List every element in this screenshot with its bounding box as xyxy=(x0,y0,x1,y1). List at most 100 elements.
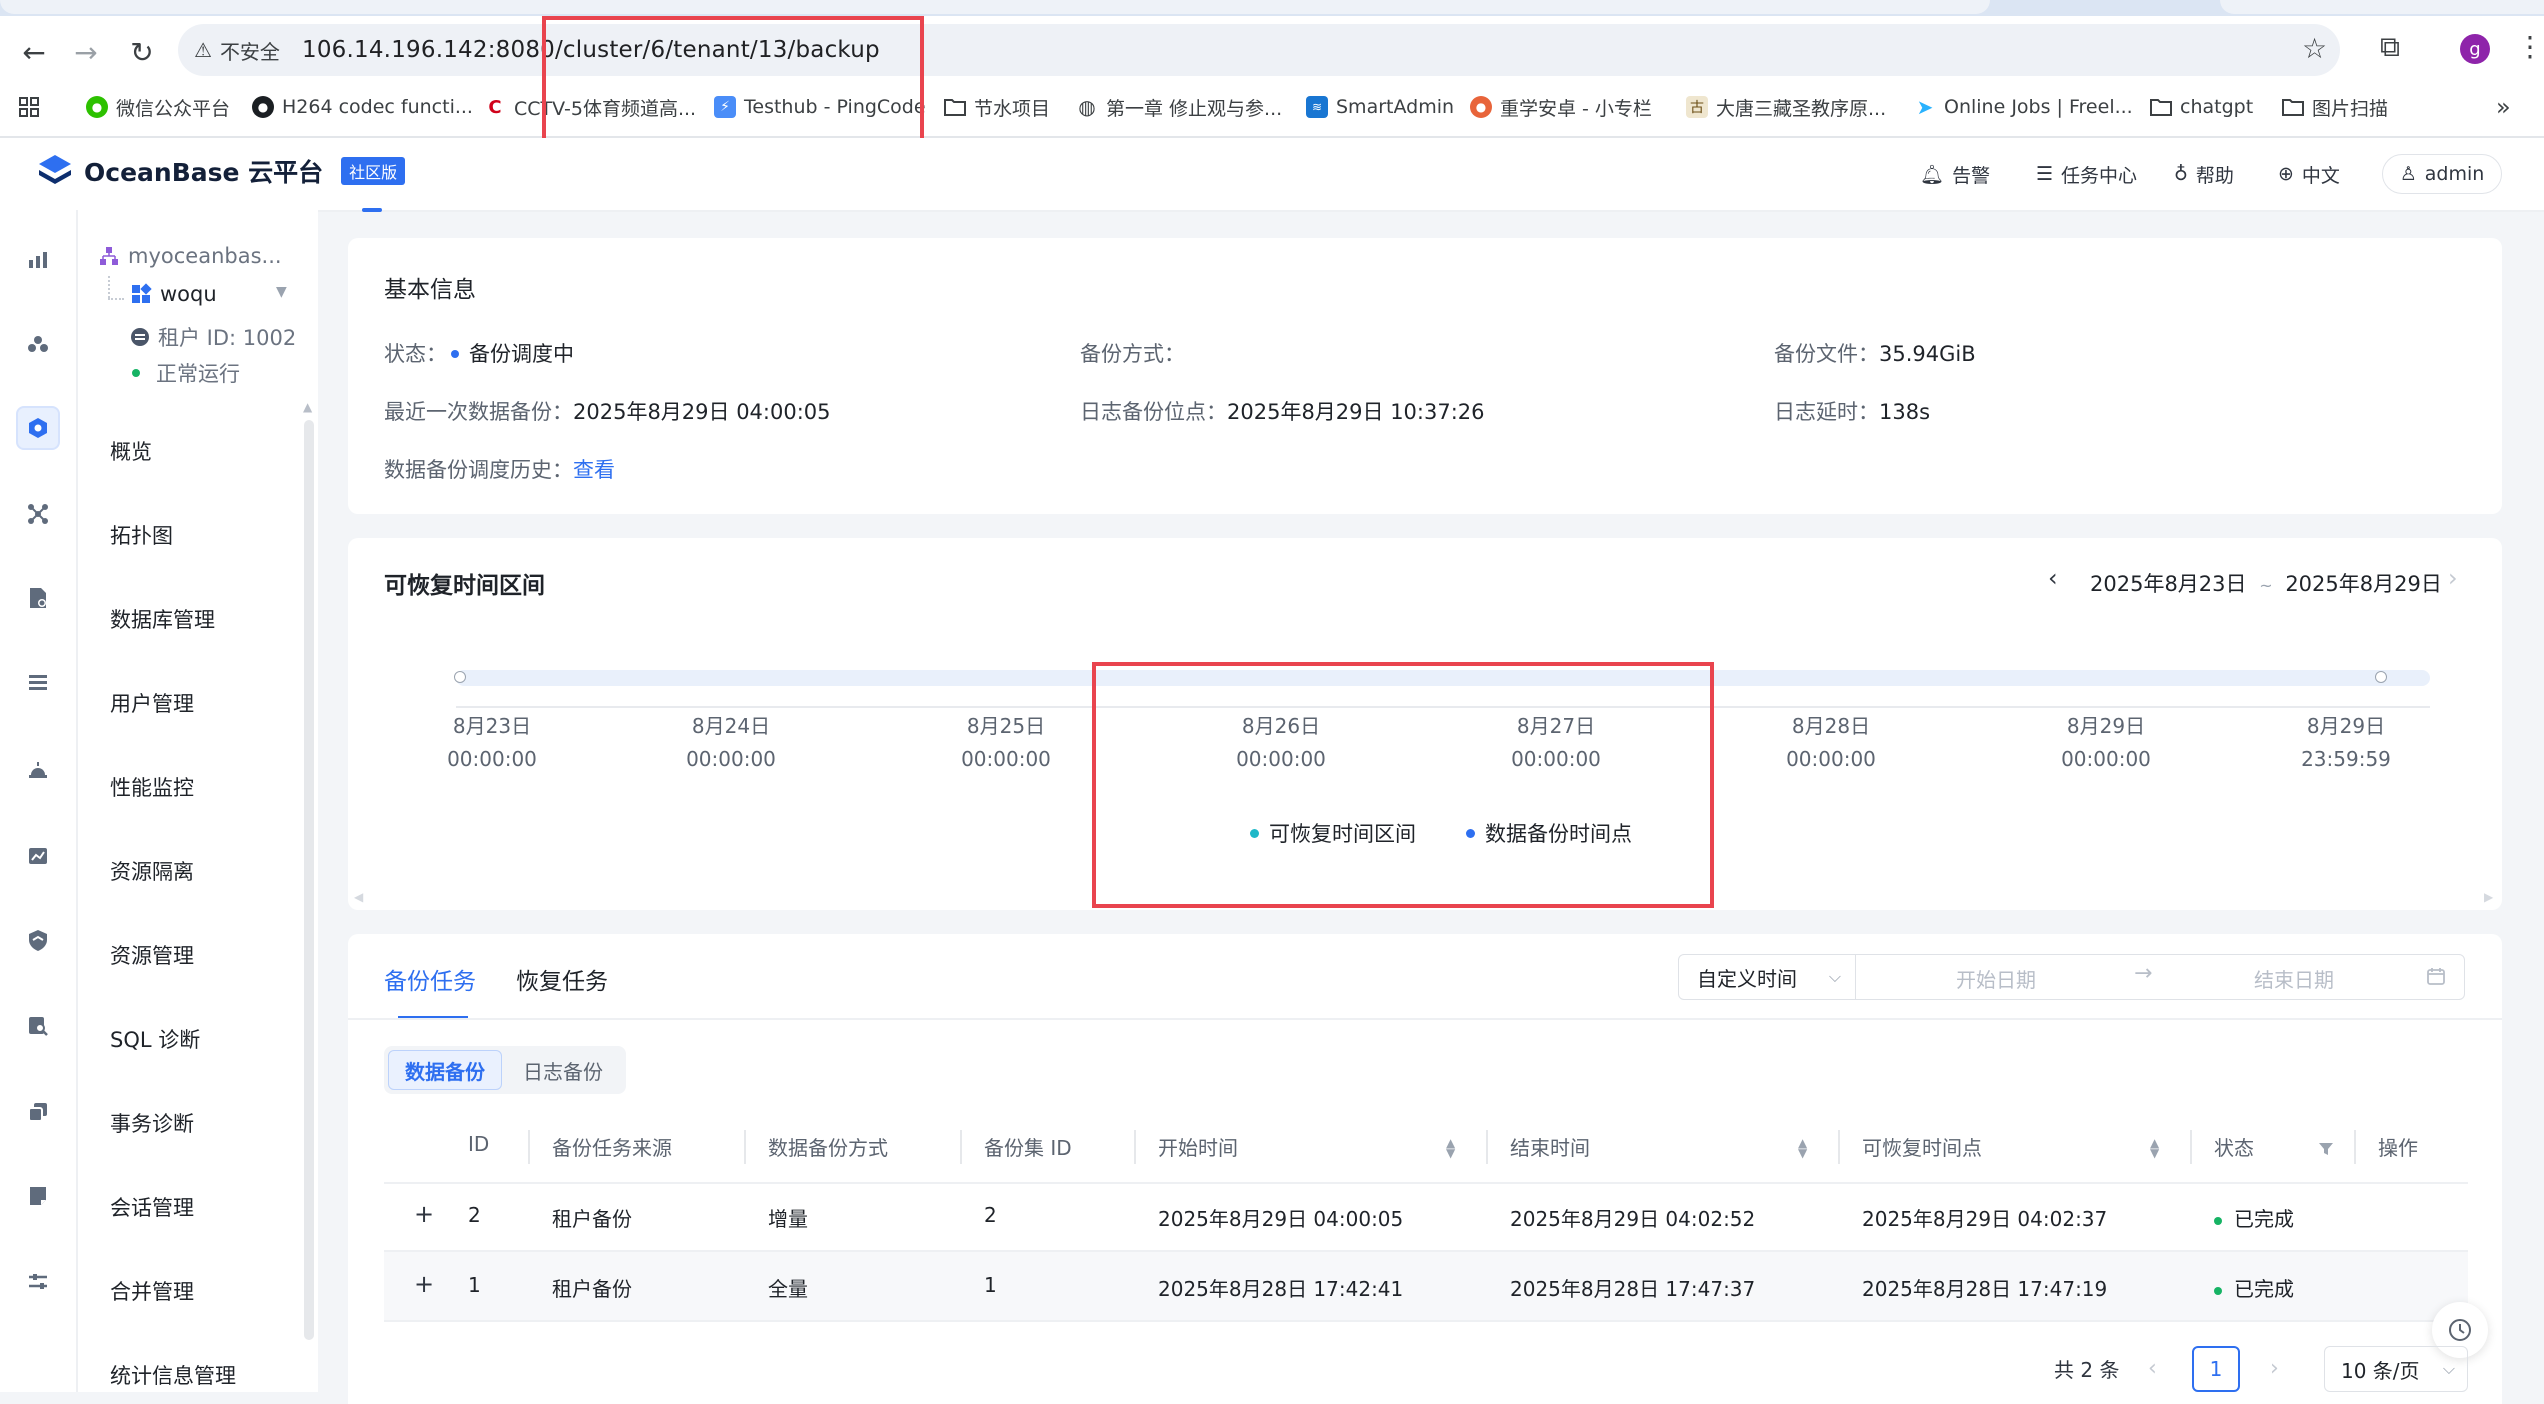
bookmark-item[interactable]: ➤ Online Jobs | Freel... xyxy=(1914,90,2133,124)
date-range-picker[interactable]: 开始日期 → 结束日期 xyxy=(1855,954,2465,1000)
col-status[interactable]: 状态 xyxy=(2214,1132,2254,1161)
page-size-select[interactable]: 10 条/页 ⌵ xyxy=(2324,1346,2468,1392)
status-text: 已完成 xyxy=(2234,1277,2294,1301)
cell-mode: 增量 xyxy=(768,1207,808,1231)
calendar-icon[interactable] xyxy=(2426,966,2446,991)
forward-icon[interactable]: → xyxy=(66,32,106,72)
end-date-input[interactable]: 结束日期 xyxy=(2254,964,2334,993)
tab-backup-tasks[interactable]: 备份任务 xyxy=(384,962,476,996)
list-menu-icon[interactable] xyxy=(16,660,60,704)
prev-page-icon[interactable]: ‹ xyxy=(2148,1356,2157,1381)
user-menu-button[interactable]: ♙ admin xyxy=(2382,154,2502,194)
menu-item-statistics[interactable]: 统计信息管理 xyxy=(110,1360,236,1390)
time-filter-select[interactable]: 自定义时间 ⌵ xyxy=(1678,954,1856,1000)
bookmarks-overflow-icon[interactable]: » xyxy=(2496,90,2511,124)
expand-row-icon[interactable]: + xyxy=(414,1200,434,1228)
reload-icon[interactable]: ↻ xyxy=(122,32,162,72)
col-recoverable-time[interactable]: 可恢复时间点 xyxy=(1862,1132,1982,1161)
filter-icon[interactable] xyxy=(2318,1138,2334,1162)
warning-icon: ⚠ xyxy=(194,38,212,62)
log-delay-field: 日志延时：138s xyxy=(1774,396,1930,426)
expand-row-icon[interactable]: + xyxy=(414,1270,434,1298)
browser-menu-icon[interactable]: ⋮ xyxy=(2516,30,2544,63)
bookmark-item[interactable]: ◍ 第一章 修止观与参... xyxy=(1076,90,1282,124)
security-shield-icon[interactable] xyxy=(16,918,60,962)
cluster-icon[interactable] xyxy=(16,322,60,366)
bookmark-item[interactable]: ● 重学安卓 - 小专栏 xyxy=(1470,90,1652,124)
page-button-current[interactable]: 1 xyxy=(2192,1346,2240,1392)
next-page-icon[interactable]: › xyxy=(2270,1356,2279,1381)
help-button[interactable]: ♁ 帮助 xyxy=(2174,158,2234,190)
tenant-icon[interactable] xyxy=(16,406,60,450)
extensions-icon[interactable]: ⧉ xyxy=(2380,30,2400,64)
scroll-right-icon[interactable]: ▶ xyxy=(2484,890,2493,904)
menu-item-merge[interactable]: 合并管理 xyxy=(110,1276,194,1306)
sort-icon[interactable]: ▲ ▼ xyxy=(2150,1137,2159,1159)
monitor-chart-icon[interactable] xyxy=(16,834,60,878)
settings-sliders-icon[interactable] xyxy=(16,1260,60,1304)
tenant-selector[interactable]: woqu xyxy=(130,282,217,306)
browser-active-tab[interactable] xyxy=(0,0,1990,14)
col-start-time[interactable]: 开始时间 xyxy=(1158,1132,1238,1161)
caret-down-icon[interactable]: ▼ xyxy=(276,284,287,300)
seg-data-backup[interactable]: 数据备份 xyxy=(388,1050,502,1090)
sidebar-scrollbar[interactable] xyxy=(304,420,314,1340)
menu-item-resource-isolation[interactable]: 资源隔离 xyxy=(110,856,194,886)
tab-restore-tasks[interactable]: 恢复任务 xyxy=(516,962,608,996)
tick-date: 8月25日 xyxy=(966,714,1046,738)
insecure-indicator[interactable]: ⚠ 不安全 xyxy=(194,34,280,66)
bookmark-item[interactable]: 节水项目 xyxy=(944,90,1050,124)
language-button[interactable]: ⊕ 中文 xyxy=(2278,158,2340,190)
backup-file-icon[interactable] xyxy=(16,576,60,620)
bookmark-item[interactable]: ● 微信公众平台 xyxy=(86,90,230,124)
menu-item-sql-diagnosis[interactable]: SQL 诊断 xyxy=(110,1024,200,1054)
bookmark-label: 第一章 修止观与参... xyxy=(1106,97,1283,120)
oceanbase-logo[interactable]: OceanBase 云平台 社区版 xyxy=(36,152,406,190)
start-date-input[interactable]: 开始日期 xyxy=(1956,964,2036,993)
menu-item-transaction-diagnosis[interactable]: 事务诊断 xyxy=(110,1108,194,1138)
scroll-left-icon[interactable]: ◀ xyxy=(354,890,363,904)
timeline-end-marker xyxy=(2375,671,2387,683)
menu-item-overview[interactable]: 概览 xyxy=(110,436,152,466)
sort-icon[interactable]: ▲ ▼ xyxy=(1798,1137,1807,1159)
col-end-time[interactable]: 结束时间 xyxy=(1510,1132,1590,1161)
col-backup-mode: 数据备份方式 xyxy=(768,1136,888,1160)
bookmark-star-icon[interactable]: ☆ xyxy=(2302,32,2327,65)
alarm-icon[interactable] xyxy=(16,748,60,792)
last-backup-field: 最近一次数据备份：2025年8月29日 04:00:05 xyxy=(384,396,831,426)
menu-item-resource-management[interactable]: 资源管理 xyxy=(110,940,194,970)
back-icon[interactable]: ← xyxy=(14,32,54,72)
table-row[interactable] xyxy=(384,1252,2468,1322)
apps-grid-icon[interactable] xyxy=(18,90,40,124)
menu-item-topology[interactable]: 拓扑图 xyxy=(110,520,173,550)
copy-icon[interactable] xyxy=(16,1090,60,1134)
xiaozhuanlan-icon: ● xyxy=(1470,96,1492,118)
bookmark-item[interactable]: ● H264 codec functi... xyxy=(252,90,473,124)
sort-icon[interactable]: ▲ ▼ xyxy=(1446,1137,1455,1159)
scroll-up-arrow-icon[interactable]: ▲ xyxy=(303,400,312,414)
bookmark-item[interactable]: 古 大唐三藏圣教序原... xyxy=(1686,90,1886,124)
topology-icon[interactable] xyxy=(16,492,60,536)
lightbulb-icon: ♁ xyxy=(2174,163,2188,185)
menu-item-database[interactable]: 数据库管理 xyxy=(110,604,215,634)
bookmark-item[interactable]: chatgpt xyxy=(2150,90,2253,124)
menu-item-users[interactable]: 用户管理 xyxy=(110,688,194,718)
browser-tab[interactable] xyxy=(2220,0,2544,14)
bookmark-item[interactable]: 图片扫描 xyxy=(2282,90,2388,124)
dashboard-icon[interactable] xyxy=(16,238,60,282)
menu-item-sessions[interactable]: 会话管理 xyxy=(110,1192,194,1222)
document-icon[interactable] xyxy=(16,1174,60,1218)
bookmark-item[interactable]: ≋ SmartAdmin xyxy=(1306,90,1454,124)
next-week-icon[interactable]: › xyxy=(2448,564,2458,592)
profile-avatar[interactable]: g xyxy=(2460,34,2490,64)
diagnosis-search-icon[interactable] xyxy=(16,1004,60,1048)
seg-log-backup[interactable]: 日志备份 xyxy=(506,1050,620,1090)
view-history-link[interactable]: 查看 xyxy=(573,458,615,482)
alerts-button[interactable]: 🔔︎ 告警 xyxy=(1920,158,1990,190)
prev-week-icon[interactable]: ‹ xyxy=(2048,564,2058,592)
table-row[interactable] xyxy=(384,1182,2468,1252)
cluster-node[interactable]: myoceanbas... xyxy=(98,244,282,268)
cell-recoverable: 2025年8月29日 04:02:37 xyxy=(1862,1207,2108,1231)
menu-item-performance[interactable]: 性能监控 xyxy=(110,772,194,802)
task-center-button[interactable]: ☰ 任务中心 xyxy=(2036,158,2137,190)
